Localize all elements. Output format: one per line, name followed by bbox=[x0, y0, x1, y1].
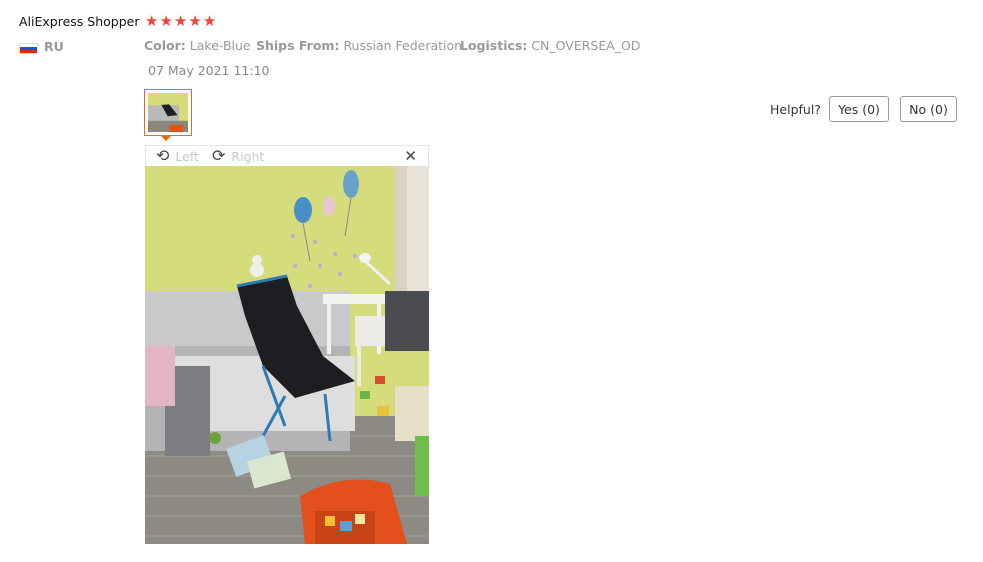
helpful-yes-button[interactable]: Yes (0) bbox=[829, 96, 889, 122]
close-icon[interactable]: ✕ bbox=[404, 147, 417, 165]
color-label: Color: bbox=[144, 38, 186, 53]
color-value: Lake-Blue bbox=[189, 38, 251, 53]
rotate-left-button[interactable]: ⟲ Left bbox=[156, 147, 199, 165]
ships-from-label: Ships From: bbox=[256, 38, 340, 53]
rating-stars: ★ ★ ★ ★ ★ bbox=[145, 12, 216, 30]
ships-from-value: Russian Federation bbox=[343, 38, 463, 53]
reviewer-name: AliExpress Shopper bbox=[19, 14, 140, 29]
helpful-no-button[interactable]: No (0) bbox=[900, 96, 957, 122]
thumbnail-caret bbox=[161, 136, 171, 141]
rotate-left-icon: ⟲ bbox=[156, 146, 170, 165]
rotate-right-icon: ⟳ bbox=[212, 146, 226, 165]
star-icon: ★ bbox=[202, 12, 217, 30]
review-photo-thumbnail[interactable] bbox=[144, 89, 192, 136]
review-photo-large bbox=[145, 166, 429, 544]
star-icon: ★ bbox=[188, 12, 202, 30]
ships-from-attribute: Ships From: Russian Federation bbox=[256, 38, 462, 53]
russia-flag-icon bbox=[19, 43, 38, 54]
logistics-value: CN_OVERSEA_OD bbox=[531, 38, 641, 53]
image-viewer-toolbar: ⟲ Left ⟳ Right ✕ bbox=[145, 145, 429, 166]
review-photo-illustration bbox=[145, 166, 429, 544]
thumbnail-image bbox=[148, 93, 188, 132]
country-code: RU bbox=[44, 39, 64, 54]
logistics-label: Logistics: bbox=[460, 38, 528, 53]
star-icon: ★ bbox=[173, 12, 188, 30]
rotate-left-label: Left bbox=[175, 148, 199, 164]
star-icon: ★ bbox=[145, 12, 159, 30]
helpful-label: Helpful? bbox=[770, 102, 821, 117]
rotate-right-label: Right bbox=[231, 148, 265, 164]
color-attribute: Color: Lake-Blue bbox=[144, 38, 251, 53]
rotate-right-button[interactable]: ⟳ Right bbox=[212, 147, 264, 165]
review-date: 07 May 2021 11:10 bbox=[148, 63, 270, 78]
star-icon: ★ bbox=[159, 12, 173, 30]
logistics-attribute: Logistics: CN_OVERSEA_OD bbox=[460, 38, 641, 53]
